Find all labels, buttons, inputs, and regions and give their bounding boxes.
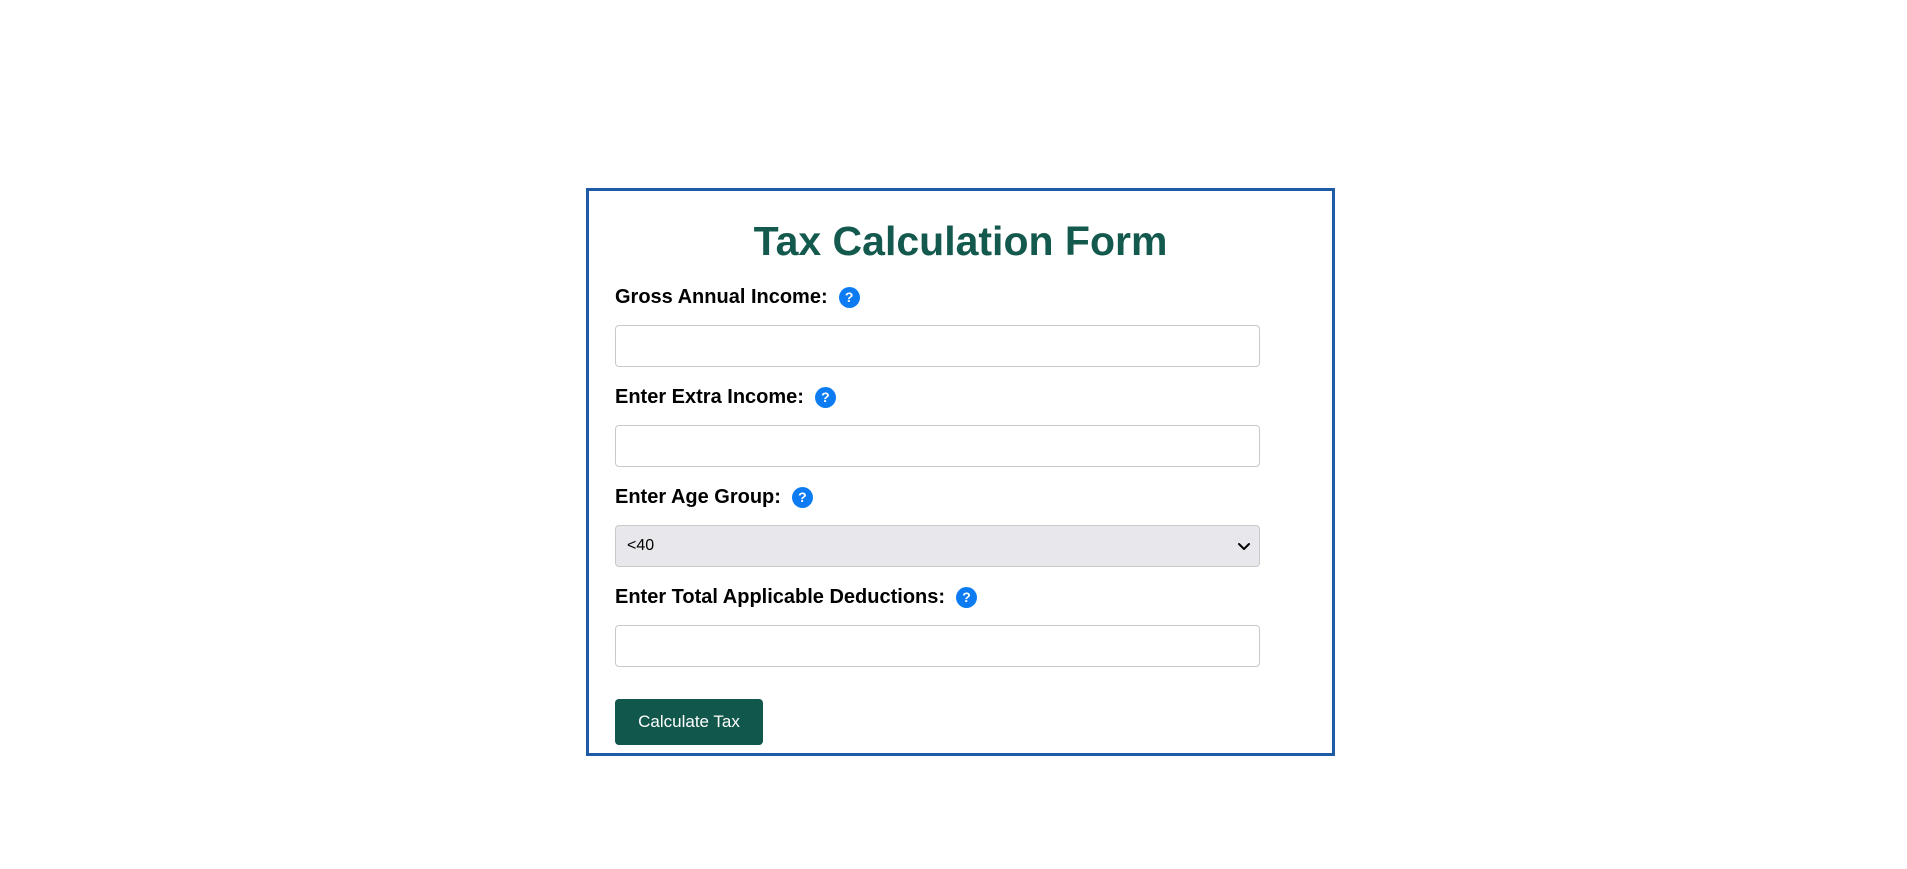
chevron-down-icon (1238, 543, 1250, 550)
extra-income-label-row: Enter Extra Income: ? (615, 383, 1306, 411)
extra-income-field: Enter Extra Income: ? (615, 383, 1306, 467)
extra-income-label: Enter Extra Income: (615, 385, 804, 408)
deductions-field: Enter Total Applicable Deductions: ? (615, 583, 1306, 667)
gross-income-label-row: Gross Annual Income: ? (615, 283, 1306, 311)
age-group-label-row: Enter Age Group: ? (615, 483, 1306, 511)
age-group-field: Enter Age Group: ? <40 (615, 483, 1306, 567)
gross-income-label: Gross Annual Income: (615, 285, 828, 308)
form-title: Tax Calculation Form (753, 218, 1168, 264)
help-icon[interactable]: ? (838, 286, 860, 308)
age-group-select[interactable]: <40 (615, 525, 1260, 567)
help-icon[interactable]: ? (814, 386, 836, 408)
deductions-input[interactable] (615, 625, 1260, 667)
calculate-tax-button[interactable]: Calculate Tax (615, 699, 763, 745)
age-group-selected-value: <40 (627, 537, 655, 554)
gross-income-field: Gross Annual Income: ? (615, 283, 1306, 367)
extra-income-input[interactable] (615, 425, 1260, 467)
help-icon[interactable]: ? (956, 586, 978, 608)
deductions-label-row: Enter Total Applicable Deductions: ? (615, 583, 1306, 611)
age-group-label: Enter Age Group: (615, 485, 781, 508)
tax-form-card: Tax Calculation Form Gross Annual Income… (586, 188, 1335, 756)
deductions-label: Enter Total Applicable Deductions: (615, 585, 946, 608)
help-icon[interactable]: ? (791, 486, 813, 508)
gross-income-input[interactable] (615, 325, 1260, 367)
